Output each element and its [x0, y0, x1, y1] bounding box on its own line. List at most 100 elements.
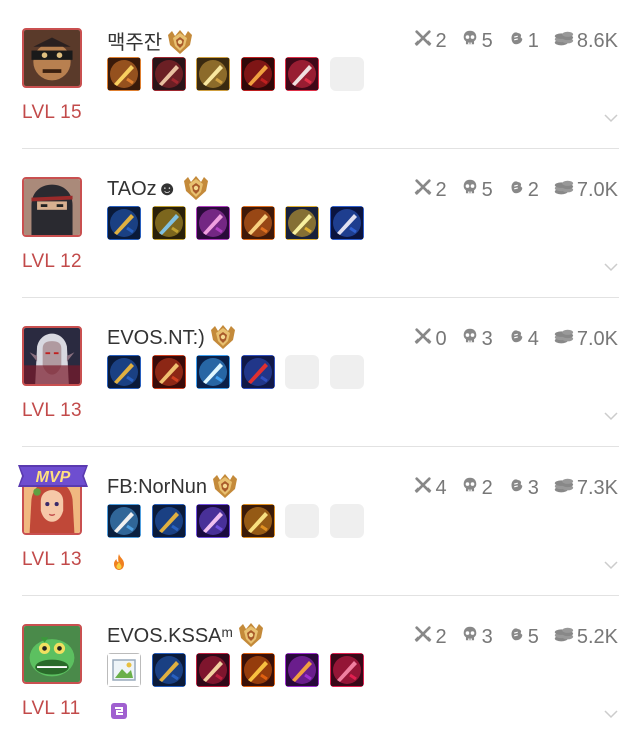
- deaths-stat: 5: [461, 29, 493, 53]
- kills-value: 2: [435, 625, 447, 648]
- crimson-boots-item-icon[interactable]: [196, 653, 230, 687]
- rank-emblem-icon: [237, 622, 265, 648]
- gold-value: 7.0K: [576, 327, 618, 350]
- player-row[interactable]: LVL 15 맥주잔 2 5 1 8.6K: [0, 0, 640, 149]
- player-level: LVL 11: [22, 698, 81, 719]
- red-spear-item-icon[interactable]: [151, 355, 186, 389]
- fire-badge-icon: [110, 553, 128, 571]
- player-name: EVOS.NT:): [107, 324, 237, 350]
- blue-boots-item-icon[interactable]: [151, 504, 186, 538]
- skull-icon: [461, 476, 482, 500]
- crossed-swords-icon: [414, 476, 435, 500]
- golden-crown-item-icon[interactable]: [240, 504, 275, 538]
- ruby-wand-item-icon[interactable]: [329, 653, 364, 687]
- crimson-scythe-item-icon[interactable]: [285, 57, 319, 91]
- chevron-down-icon[interactable]: [604, 706, 618, 719]
- player-name: FB:NorNun: [107, 473, 239, 499]
- player-row[interactable]: LVL 12 TAOz☻ 2 5 2 7.0K: [0, 149, 640, 298]
- purple-helm-item-icon[interactable]: [285, 653, 319, 687]
- blue-boots-item-icon[interactable]: [107, 355, 141, 389]
- chevron-down-icon[interactable]: [604, 557, 618, 570]
- gold-value: 8.6K: [576, 29, 618, 52]
- empty-item-slot: [285, 504, 319, 538]
- chevron-down-icon[interactable]: [604, 408, 618, 421]
- player-stats: 2 3 5 5.2K: [414, 624, 618, 650]
- masked-ninja-hero-avatar: [22, 177, 82, 237]
- gold-value: 5.2K: [576, 625, 618, 648]
- deaths-value: 3: [481, 625, 493, 648]
- empty-item-slot: [329, 57, 364, 91]
- purple-staff-item-icon[interactable]: [196, 206, 230, 240]
- player-name: 맥주잔: [107, 26, 194, 55]
- purple-emblem-badge-icon: [110, 702, 128, 720]
- deaths-value: 5: [481, 29, 493, 52]
- mvp-badge: MVP: [14, 463, 92, 489]
- fist-icon: [507, 327, 528, 351]
- rank-emblem-icon: [166, 29, 194, 55]
- sword-item-icon[interactable]: [329, 206, 364, 240]
- skull-icon: [461, 29, 482, 53]
- blue-boots-item-icon[interactable]: [151, 653, 186, 687]
- mvp-label: MVP: [36, 469, 71, 486]
- player-level: LVL 15: [22, 102, 82, 123]
- potion-item-icon[interactable]: [107, 504, 141, 538]
- assists-stat: 4: [507, 327, 539, 351]
- player-level: LVL 13: [22, 549, 82, 570]
- skull-icon: [461, 178, 482, 202]
- dagger-item-icon[interactable]: [151, 206, 186, 240]
- deaths-value: 2: [481, 476, 493, 499]
- crossed-swords-icon: [414, 29, 435, 53]
- rank-emblem-icon: [182, 175, 210, 201]
- red-blade-item-icon[interactable]: [240, 57, 275, 91]
- deaths-stat: 5: [461, 178, 493, 202]
- gold-blade-item-icon[interactable]: [285, 206, 319, 240]
- coins-icon: [553, 475, 577, 501]
- deaths-stat: 3: [461, 327, 493, 351]
- fire-ring-item-icon[interactable]: [240, 653, 275, 687]
- masked-bandit-hero-avatar: [22, 28, 82, 88]
- deaths-value: 3: [481, 327, 493, 350]
- player-row[interactable]: LVL 13 EVOS.NT:) 0 3 4 7.0K: [0, 298, 640, 447]
- kills-stat: 2: [414, 178, 447, 202]
- magic-wings-item-icon[interactable]: [196, 504, 230, 538]
- player-name-text: TAOz☻: [107, 178, 178, 200]
- golden-sword-item-icon[interactable]: [196, 57, 230, 91]
- kills-value: 4: [435, 476, 447, 499]
- orange-shield-item-icon[interactable]: [240, 206, 275, 240]
- scoreboard-list: LVL 15 맥주잔 2 5 1 8.6K LVL 12 TAOz☻ 2 5 2 7.0K LVL 13…: [0, 0, 640, 740]
- player-name-text: EVOS.KSSAᵐ: [107, 625, 233, 647]
- player-name-text: FB:NorNun: [107, 476, 208, 498]
- assists-stat: 1: [507, 29, 539, 53]
- kills-stat: 4: [414, 476, 447, 500]
- coins-icon: [553, 326, 577, 352]
- rank-emblem-icon: [211, 473, 239, 499]
- deaths-stat: 2: [461, 476, 493, 500]
- player-stats: 0 3 4 7.0K: [414, 326, 618, 352]
- assists-stat: 2: [507, 178, 539, 202]
- empty-item-slot: [329, 355, 364, 389]
- deaths-value: 5: [481, 178, 493, 201]
- assists-value: 5: [527, 625, 539, 648]
- broken-image-item-icon[interactable]: [107, 653, 141, 687]
- crossed-swords-icon: [414, 625, 435, 649]
- player-row[interactable]: MVP LVL 13 FB:NorNun 4 2 3 7.3K: [0, 447, 640, 596]
- crossbow-item-icon[interactable]: [107, 57, 141, 91]
- blue-boots-item-icon[interactable]: [107, 206, 141, 240]
- red-boots-item-icon[interactable]: [151, 57, 186, 91]
- kills-stat: 2: [414, 29, 447, 53]
- coins-icon: [553, 28, 577, 54]
- kills-stat: 0: [414, 327, 447, 351]
- player-level: LVL 12: [22, 251, 82, 272]
- player-stats: 2 5 2 7.0K: [414, 177, 618, 203]
- ice-orb-item-icon[interactable]: [196, 355, 230, 389]
- assists-stat: 3: [507, 476, 539, 500]
- blue-armor-item-icon[interactable]: [240, 355, 275, 389]
- crossed-swords-icon: [414, 327, 435, 351]
- player-row[interactable]: LVL 11 EVOS.KSSAᵐ 2 3 5 5.2K: [0, 596, 640, 745]
- player-stats: 2 5 1 8.6K: [414, 28, 618, 54]
- chevron-down-icon[interactable]: [604, 110, 618, 123]
- rank-emblem-icon: [209, 324, 237, 350]
- chevron-down-icon[interactable]: [604, 259, 618, 272]
- assists-stat: 5: [507, 625, 539, 649]
- fist-icon: [507, 178, 528, 202]
